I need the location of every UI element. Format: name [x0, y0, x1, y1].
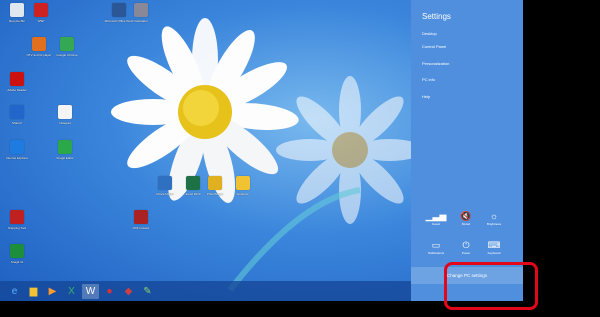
quick-setting-label: Power: [461, 251, 471, 255]
app-icon: [58, 105, 72, 119]
power-icon: ⏻: [462, 240, 470, 250]
app-icon: [208, 176, 222, 190]
desktop-icon-label: NTV and its player: [26, 53, 52, 57]
app-icon: [236, 176, 250, 190]
media-player-icon[interactable]: ▶: [44, 284, 61, 299]
desktop-icon[interactable]: Google Chrome: [52, 37, 82, 57]
desktop-icon[interactable]: Snipping Tool: [2, 210, 32, 230]
menu-item-help[interactable]: Help: [422, 94, 430, 99]
app-icon: [10, 105, 24, 119]
quick-setting-label: Guest: [431, 222, 440, 226]
paint-icon[interactable]: ✎: [139, 284, 156, 299]
app-icon: [34, 3, 48, 17]
desktop-icon[interactable]: WSP: [26, 3, 56, 23]
desktop-icon[interactable]: Explorer: [228, 176, 258, 196]
app-icon: [60, 37, 74, 51]
quick-setting-muted[interactable]: 🔇 Muted: [453, 211, 479, 226]
desktop-icon[interactable]: PhotoScape: [200, 176, 230, 196]
menu-item-pc-info[interactable]: PC info: [422, 77, 435, 82]
settings-title: Settings: [422, 12, 451, 21]
app-icon: [32, 37, 46, 51]
desktop-icon-label: Internet Explorer: [5, 156, 29, 160]
desktop-icon[interactable]: Calculator: [126, 3, 156, 23]
keyboard-icon: ⌨: [487, 240, 501, 250]
excel-icon[interactable]: X: [63, 284, 80, 299]
menu-item-personalization[interactable]: Personalization: [422, 61, 449, 66]
file-explorer-icon[interactable]: ▆: [25, 284, 42, 299]
desktop-icon-label: Calculator: [134, 19, 148, 23]
network-signal-icon: ▁▃▅: [425, 211, 447, 221]
desktop-icon[interactable]: Internet Explorer: [2, 140, 32, 160]
app-icon: [10, 140, 24, 154]
menu-item-control-panel[interactable]: Control Panel: [422, 44, 446, 49]
quick-setting-brightness[interactable]: ☼ Brightness: [481, 211, 507, 226]
app-icon: [10, 72, 24, 86]
desktop-icon[interactable]: Movie Maker: [150, 176, 180, 196]
app-icon: [134, 3, 148, 17]
settings-charm-panel: Settings Desktop Control Panel Personali…: [411, 0, 523, 301]
app-icon: [134, 210, 148, 224]
desktop-icon-label: Explorer: [237, 192, 249, 196]
app-icon: [112, 3, 126, 17]
desktop-icon[interactable]: Snagit 11: [2, 244, 32, 264]
brightness-icon: ☼: [489, 211, 499, 221]
quick-setting-label: Notifications: [427, 251, 445, 255]
record-icon[interactable]: ●: [101, 284, 118, 299]
internet-explorer-icon[interactable]: e: [6, 284, 23, 299]
desktop-icon-label: WSP: [37, 19, 45, 23]
desktop-icon[interactable]: Notepad: [50, 105, 80, 125]
desktop-icon-label: Snipping Tool: [8, 226, 26, 230]
desktop-icon-label: Snagit 11: [10, 260, 24, 264]
desktop-icon[interactable]: Adobe Reader: [2, 72, 32, 92]
snagit-icon[interactable]: ◆: [120, 284, 137, 299]
quick-setting-label: Muted: [461, 222, 471, 226]
desktop-icon-label: Movie Maker: [156, 192, 174, 196]
word-icon[interactable]: W: [82, 283, 99, 299]
app-icon: [10, 244, 24, 258]
app-icon: [186, 176, 200, 190]
desktop-icon-label: Adobe Reader: [7, 88, 27, 92]
desktop-icon-label: ShareX: [11, 121, 22, 125]
quick-setting-keyboard[interactable]: ⌨ Keyboard: [481, 240, 507, 255]
quick-setting-power[interactable]: ⏻ Power: [453, 240, 479, 255]
desktop-icon-label: PDF Creator: [132, 226, 150, 230]
desktop-icon-label: Snagit Editor: [56, 156, 74, 160]
quick-setting-notifications[interactable]: ▭ Notifications: [423, 240, 449, 255]
desktop-icon[interactable]: NTV and its player: [24, 37, 54, 57]
desktop-icon[interactable]: ShareX: [2, 105, 32, 125]
desktop-icon-label: Notepad: [59, 121, 71, 125]
desktop-icon-label: PhotoScape: [206, 192, 224, 196]
volume-muted-icon: 🔇: [460, 211, 472, 221]
desktop-icon[interactable]: PDF Creator: [126, 210, 156, 230]
highlight-box: [444, 262, 538, 310]
app-icon: [10, 210, 24, 224]
desktop-icon[interactable]: Snagit Editor: [50, 140, 80, 160]
app-icon: [10, 3, 24, 17]
quick-setting-guest[interactable]: ▁▃▅ Guest: [423, 211, 449, 226]
notifications-icon: ▭: [431, 240, 441, 250]
desktop-icon-label: Google Chrome: [56, 53, 78, 57]
quick-setting-label: Brightness: [486, 222, 502, 226]
menu-item-desktop[interactable]: Desktop: [422, 31, 437, 36]
app-icon: [158, 176, 172, 190]
app-icon: [58, 140, 72, 154]
taskbar: e ▆ ▶ X W ● ◆ ✎: [0, 281, 411, 301]
quick-setting-label: Keyboard: [487, 251, 501, 255]
